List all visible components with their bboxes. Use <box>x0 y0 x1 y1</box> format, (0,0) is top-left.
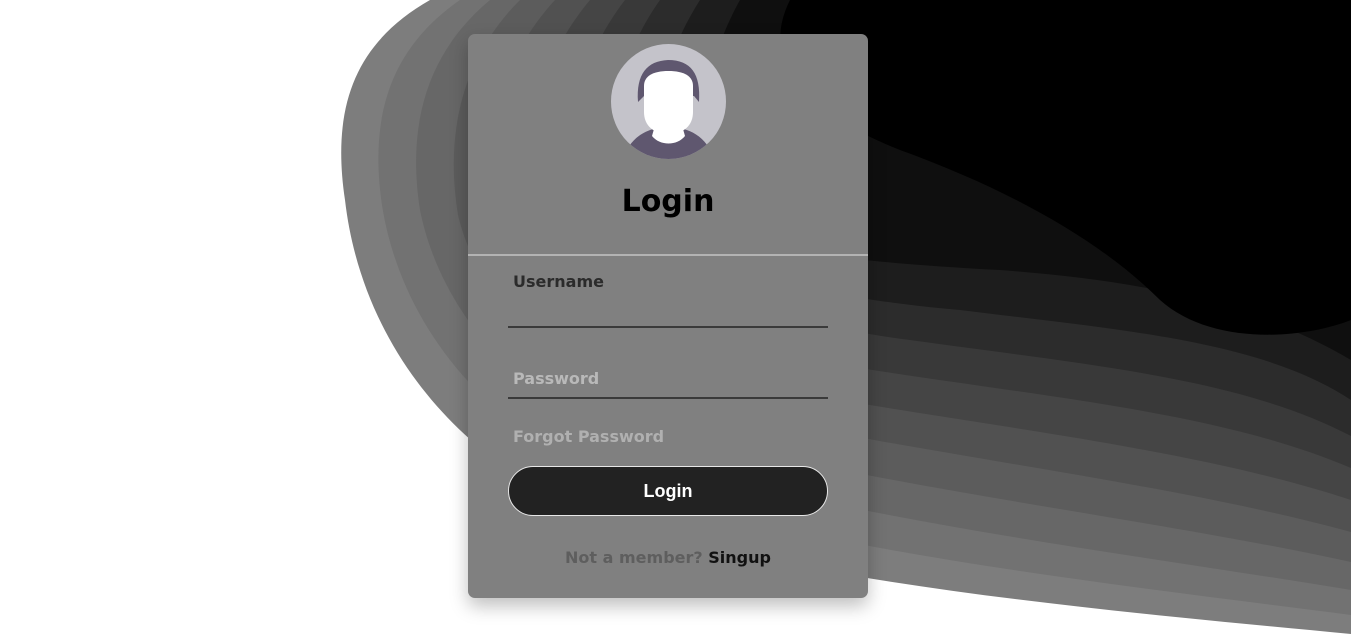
login-button[interactable]: Login <box>508 466 828 516</box>
password-field[interactable]: Password <box>508 361 828 399</box>
user-avatar-icon <box>611 44 726 159</box>
username-field[interactable]: Username <box>508 270 828 328</box>
signup-line: Not a member? Singup <box>468 548 868 567</box>
password-placeholder: Password <box>513 369 600 388</box>
username-label: Username <box>513 272 604 291</box>
signup-link[interactable]: Singup <box>708 548 771 567</box>
login-title: Login <box>621 184 715 219</box>
divider <box>468 254 868 256</box>
login-card: Login Username Password Forgot Password … <box>468 34 868 598</box>
forgot-password-link[interactable]: Forgot Password <box>513 427 664 446</box>
signup-prompt: Not a member? <box>565 548 703 567</box>
